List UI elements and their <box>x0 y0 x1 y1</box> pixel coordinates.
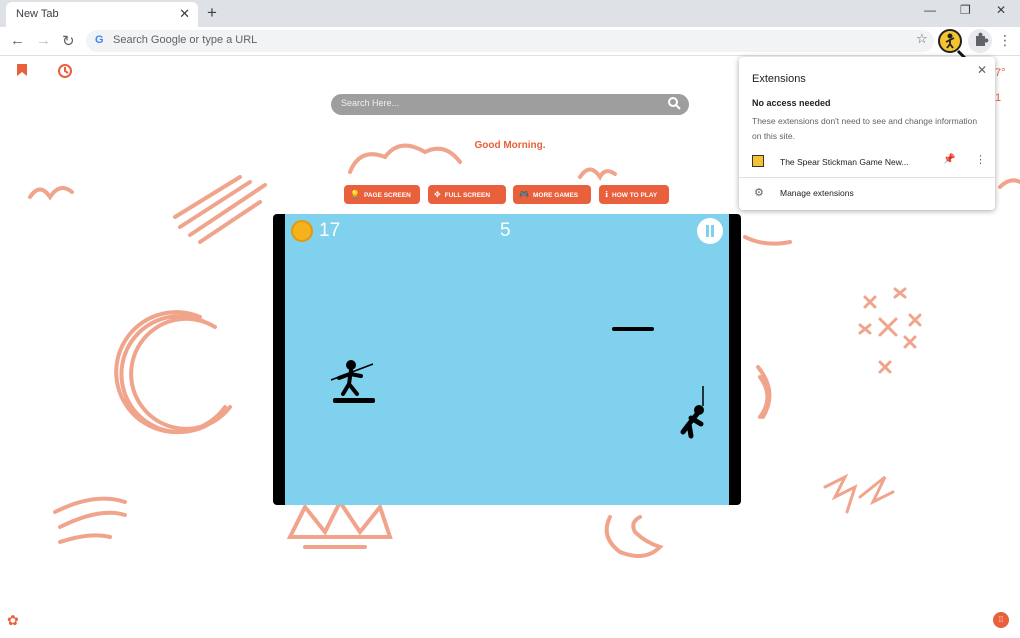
minimize-button[interactable]: — <box>924 3 936 17</box>
omnibox[interactable]: G Search Google or type a URL <box>86 30 934 52</box>
puzzle-icon <box>976 32 989 46</box>
extensions-button[interactable] <box>968 29 992 53</box>
new-tab-button[interactable]: + <box>207 3 217 23</box>
tab-strip: New Tab ✕ + — ❐ ✕ <box>0 0 1020 27</box>
popup-divider <box>739 177 995 178</box>
weather-widget: 7° <box>995 67 1006 79</box>
no-access-heading: No access needed <box>752 98 831 108</box>
gamepad-icon: 🎮 <box>519 190 529 199</box>
history-icon[interactable] <box>57 63 73 79</box>
player-platform <box>333 398 375 403</box>
close-window-button[interactable]: ✕ <box>996 3 1006 17</box>
restore-button[interactable]: ❐ <box>960 3 971 17</box>
google-icon: G <box>95 34 104 46</box>
manage-extensions-link[interactable]: Manage extensions <box>780 188 854 198</box>
lightbulb-icon: 💡 <box>350 190 360 199</box>
stickman-icon <box>945 33 955 49</box>
coin-count: 17 <box>319 220 341 241</box>
extensions-popup: Extensions ✕ No access needed These exte… <box>739 57 995 210</box>
coin-icon <box>291 220 313 242</box>
tab-close-icon[interactable]: ✕ <box>179 6 190 22</box>
tab-title: New Tab <box>16 8 59 20</box>
reload-button[interactable]: ↻ <box>62 32 75 50</box>
popup-title: Extensions <box>752 73 806 85</box>
full-screen-button[interactable]: ✥ FULL SCREEN <box>428 185 506 204</box>
forward-button[interactable]: → <box>36 32 51 49</box>
no-access-description: These extensions don't need to see and c… <box>752 116 978 141</box>
score: 5 <box>500 220 511 241</box>
stickman-extension-small-icon <box>752 155 764 167</box>
page-screen-button[interactable]: 💡 PAGE SCREEN <box>344 185 420 204</box>
browser-menu-icon[interactable]: ⋮ <box>998 32 1012 49</box>
move-icon: ✥ <box>434 190 441 199</box>
extension-menu-icon[interactable]: ⋮ <box>975 153 986 166</box>
back-button[interactable]: ← <box>10 32 25 49</box>
settings-gear-icon[interactable]: ✿ <box>7 612 19 629</box>
weather-detail: 1 <box>995 92 1002 104</box>
player-stickman <box>330 360 374 396</box>
omnibox-placeholder: Search Google or type a URL <box>113 34 258 46</box>
gear-icon: ⚙ <box>754 187 764 199</box>
popup-close-icon[interactable]: ✕ <box>977 63 987 77</box>
enemy-stickman <box>680 386 704 439</box>
search-icon[interactable] <box>667 96 681 110</box>
floating-platform <box>612 327 654 331</box>
info-icon: ℹ <box>605 190 609 199</box>
page-search-input[interactable]: Search Here... <box>331 94 689 115</box>
extension-name[interactable]: The Spear Stickman Game New... <box>780 157 909 167</box>
bookmark-icon[interactable] <box>16 63 28 77</box>
how-to-play-button[interactable]: ℹ HOW TO PLAY <box>599 185 669 204</box>
tab-new-tab[interactable]: New Tab ✕ <box>6 2 198 27</box>
search-placeholder: Search Here... <box>341 98 400 108</box>
browser-toolbar: ← → ↻ G Search Google or type a URL <box>0 27 1020 56</box>
pin-icon[interactable]: 📌 <box>943 154 955 165</box>
apps-icon[interactable]: ⁞⁞ <box>993 612 1009 628</box>
pause-button[interactable] <box>697 218 723 244</box>
more-games-button[interactable]: 🎮 MORE GAMES <box>513 185 591 204</box>
bookmark-star-icon[interactable]: ☆ <box>916 31 928 47</box>
game-canvas[interactable]: 17 5 <box>273 214 741 505</box>
